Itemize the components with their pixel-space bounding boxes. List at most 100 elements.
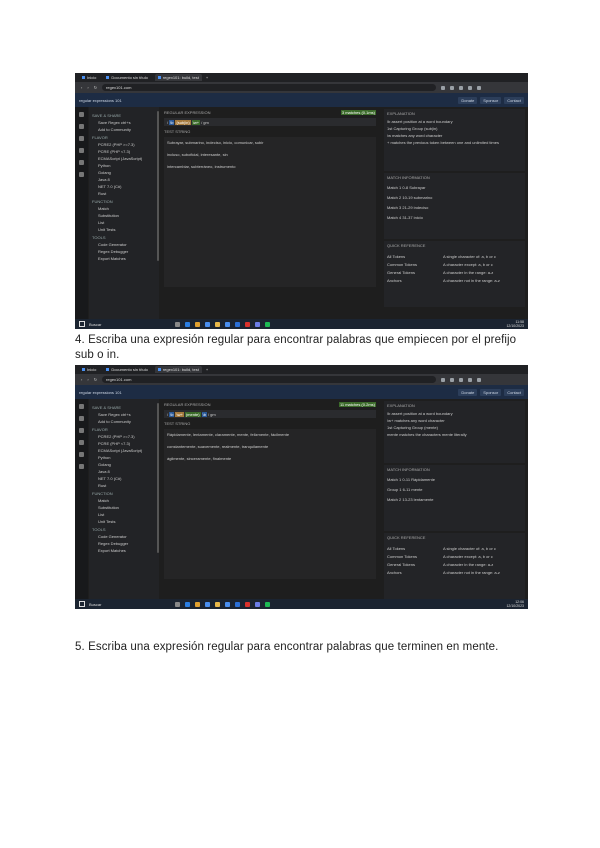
settings-icon[interactable] — [79, 452, 84, 457]
quick-reference-token[interactable]: A single character of: a, b or c — [443, 254, 500, 259]
quick-reference-category[interactable]: All Tokens — [387, 546, 437, 551]
sidebar-item[interactable]: Golang — [92, 462, 156, 467]
start-icon[interactable] — [79, 321, 85, 327]
taskbar-app-icon[interactable] — [175, 321, 180, 327]
sidebar-item[interactable]: Add to Community — [92, 127, 156, 132]
taskbar-app-icon[interactable] — [195, 321, 200, 327]
browser-tab[interactable]: regex101: build, test — [154, 366, 202, 373]
sidebar-item[interactable]: Java 8 — [92, 177, 156, 182]
browser-tab[interactable]: Documento sin título — [103, 366, 150, 373]
test-string-input[interactable]: Subrayar, submarino, indeciso, inicio, c… — [164, 137, 376, 287]
match-row[interactable]: Match 2 13-23 lentamente — [387, 497, 522, 502]
taskbar-app-icon[interactable] — [175, 601, 180, 607]
settings-icon[interactable] — [79, 160, 84, 165]
quick-reference-token[interactable]: A character not in the range: a-z — [443, 278, 500, 283]
site-title[interactable]: regular expressions 101 — [79, 390, 122, 395]
info-icon[interactable] — [79, 428, 84, 433]
quick-reference-category[interactable]: Anchors — [387, 278, 437, 283]
quick-reference-token[interactable]: A character not in the range: a-z — [443, 570, 500, 575]
taskbar-app-icon[interactable] — [225, 601, 230, 607]
sidebar-item[interactable]: Python — [92, 163, 156, 168]
extension-icon[interactable] — [477, 85, 482, 90]
chat-icon[interactable] — [79, 148, 84, 153]
sidebar-item[interactable]: List — [92, 512, 156, 517]
sidebar-item[interactable]: Python — [92, 455, 156, 460]
quick-reference-token[interactable]: A character except: a, b or c — [443, 262, 500, 267]
quick-reference-category[interactable]: Anchors — [387, 570, 437, 575]
header-button[interactable]: Donate — [458, 96, 478, 104]
taskbar-app-icon[interactable] — [235, 601, 240, 607]
quick-reference-category[interactable]: Common Tokens — [387, 554, 437, 559]
match-row[interactable]: Group 1 6-11 mente — [387, 487, 522, 492]
back-icon[interactable]: ‹ — [81, 377, 82, 382]
quick-reference-category[interactable]: General Tokens — [387, 270, 437, 275]
taskbar-app-icon[interactable] — [205, 321, 210, 327]
sidebar-item[interactable]: PCRE2 (PHP >=7.3) — [92, 434, 156, 439]
taskbar-search[interactable]: Buscar — [89, 602, 101, 607]
browser-tab[interactable]: Inicio — [79, 366, 99, 373]
test-string-input[interactable]: Rápidamente, lentamente, claramente, men… — [164, 429, 376, 579]
taskbar-app-icon[interactable] — [215, 321, 220, 327]
header-button[interactable]: Contact — [504, 388, 524, 396]
taskbar-app-icon[interactable] — [205, 601, 210, 607]
sidebar-item[interactable]: Save Regex ctrl+s — [92, 120, 156, 125]
quick-reference-category[interactable]: All Tokens — [387, 254, 437, 259]
sidebar-item[interactable]: PCRE2 (PHP >=7.3) — [92, 142, 156, 147]
sidebar-item[interactable]: NET 7.0 (C#) — [92, 184, 156, 189]
sidebar-item[interactable]: Substitution — [92, 505, 156, 510]
sidebar-item[interactable]: Match — [92, 206, 156, 211]
extension-icon[interactable] — [450, 85, 455, 90]
sidebar-item[interactable]: Regex Debugger — [92, 249, 156, 254]
extension-icon[interactable] — [468, 377, 473, 382]
taskbar-app-icon[interactable] — [265, 601, 270, 607]
header-button[interactable]: Sponsor — [480, 388, 502, 396]
browser-tab[interactable]: regex101: build, test — [154, 74, 202, 81]
regex-input[interactable]: / \b \w+ (mente) \b / gm — [164, 410, 376, 418]
new-tab-icon[interactable]: + — [206, 75, 208, 80]
match-row[interactable]: Match 2 10-19 submarino — [387, 195, 522, 200]
chart-icon[interactable] — [79, 124, 84, 129]
extension-icon[interactable] — [441, 85, 446, 90]
taskbar-app-icon[interactable] — [195, 601, 200, 607]
sidebar-item[interactable]: Code Generator — [92, 242, 156, 247]
sidebar-item[interactable]: Substitution — [92, 213, 156, 218]
url-input[interactable]: regex101.com — [102, 84, 437, 91]
chat-icon[interactable] — [79, 440, 84, 445]
browser-tab[interactable]: Inicio — [79, 74, 99, 81]
match-row[interactable]: Match 4 31-37 inicio — [387, 215, 522, 220]
regex-flags[interactable]: / gm — [201, 120, 209, 125]
forward-icon[interactable]: › — [87, 85, 88, 90]
chart-icon[interactable] — [79, 416, 84, 421]
forward-icon[interactable]: › — [87, 377, 88, 382]
taskbar-app-icon[interactable] — [185, 321, 190, 327]
quick-reference-token[interactable]: A single character of: a, b or c — [443, 546, 500, 551]
sidebar-item[interactable]: Rust — [92, 483, 156, 488]
sidebar-item[interactable]: Java 8 — [92, 469, 156, 474]
taskbar-app-icon[interactable] — [235, 321, 240, 327]
match-row[interactable]: Match 3 21-29 indeciso — [387, 205, 522, 210]
grid-icon[interactable] — [79, 172, 84, 177]
reload-icon[interactable]: ↻ — [94, 377, 97, 382]
match-row[interactable]: Match 1 0-11 Rápidamente — [387, 477, 522, 482]
sidebar-item[interactable]: Unit Tests — [92, 519, 156, 524]
header-button[interactable]: Sponsor — [480, 96, 502, 104]
header-button[interactable]: Contact — [504, 96, 524, 104]
new-tab-icon[interactable]: + — [206, 367, 208, 372]
extension-icon[interactable] — [441, 377, 446, 382]
sidebar-item[interactable]: Rust — [92, 191, 156, 196]
match-row[interactable]: Match 1 0-8 Subrayar — [387, 185, 522, 190]
quick-reference-token[interactable]: A character except: a, b or c — [443, 554, 500, 559]
extension-icon[interactable] — [468, 85, 473, 90]
regex-input[interactable]: / \b (sub|in) \w+ / gm — [164, 118, 376, 126]
taskbar-app-icon[interactable] — [245, 321, 250, 327]
sidebar-item[interactable]: ECMAScript (JavaScript) — [92, 448, 156, 453]
sidebar-item[interactable]: ECMAScript (JavaScript) — [92, 156, 156, 161]
sidebar-item[interactable]: Export Matches — [92, 256, 156, 261]
sidebar-scrollbar[interactable] — [157, 111, 159, 261]
sidebar-item[interactable]: PCRE (PHP <7.3) — [92, 441, 156, 446]
site-title[interactable]: regular expressions 101 — [79, 98, 122, 103]
taskbar-app-icon[interactable] — [255, 321, 260, 327]
avatar-icon[interactable] — [79, 404, 84, 409]
extension-icon[interactable] — [459, 377, 464, 382]
sidebar-item[interactable]: List — [92, 220, 156, 225]
